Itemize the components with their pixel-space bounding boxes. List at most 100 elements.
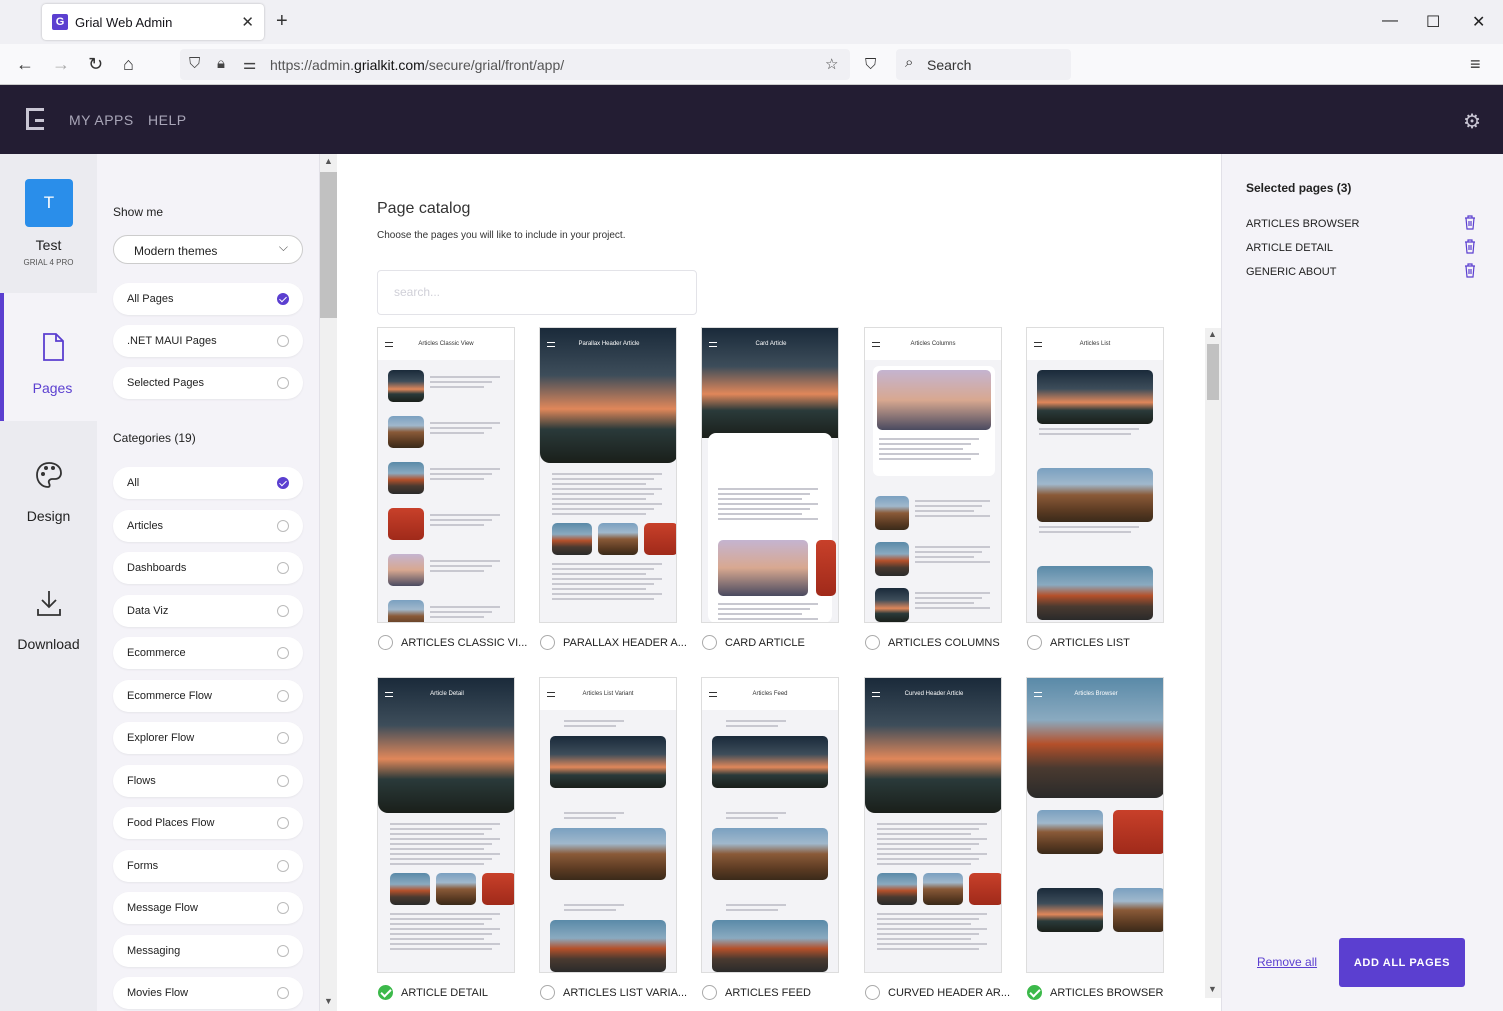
back-icon[interactable]: ← [16, 54, 34, 75]
scrollbar-thumb[interactable] [320, 172, 337, 318]
category-option[interactable]: Ecommerce Flow [113, 679, 303, 712]
category-option[interactable]: Ecommerce [113, 637, 303, 669]
rail-item-design[interactable]: Design [0, 421, 97, 549]
scroll-down-icon[interactable]: ▼ [1208, 984, 1217, 994]
close-tab-icon[interactable]: ✕ [241, 13, 254, 31]
rail-item-pages[interactable]: Pages [0, 293, 97, 421]
page-select-option[interactable]: CARD ARTICLE [702, 635, 805, 650]
page-select-radio[interactable] [1027, 635, 1042, 650]
category-option[interactable]: Food Places Flow [113, 807, 303, 839]
page-select-option[interactable]: ARTICLES LIST VARIA... [540, 985, 687, 1000]
category-option[interactable]: Flows [113, 764, 303, 797]
remove-all-link[interactable]: Remove all [1257, 955, 1317, 969]
page-preview-card[interactable]: Articles List [1026, 327, 1164, 623]
radio-button[interactable] [277, 293, 289, 305]
page-preview-card[interactable]: Articles Feed [701, 677, 839, 973]
scrollbar-thumb[interactable] [1207, 344, 1219, 400]
page-select-radio[interactable] [378, 635, 393, 650]
page-select-radio[interactable] [540, 985, 555, 1000]
radio-button[interactable] [277, 477, 289, 489]
category-option[interactable]: Message Flow [113, 892, 303, 924]
radio-button[interactable] [277, 902, 289, 914]
trash-icon[interactable] [1464, 215, 1476, 233]
radio-button[interactable] [277, 817, 289, 829]
radio-button[interactable] [277, 562, 289, 574]
page-select-option[interactable]: ARTICLES LIST [1027, 635, 1130, 650]
new-tab-icon[interactable]: + [276, 10, 288, 33]
scroll-down-icon[interactable]: ▼ [324, 996, 333, 1006]
rail-item-download[interactable]: Download [0, 549, 97, 677]
project-avatar[interactable]: T [25, 179, 73, 227]
trash-icon[interactable] [1464, 263, 1476, 281]
scroll-up-icon[interactable]: ▲ [324, 156, 333, 166]
category-option[interactable]: Movies Flow [113, 977, 303, 1009]
page-preview-card[interactable]: Curved Header Article [864, 677, 1002, 973]
page-select-radio[interactable] [540, 635, 555, 650]
add-all-pages-button[interactable]: ADD ALL PAGES [1339, 938, 1465, 987]
page-select-option[interactable]: ARTICLES COLUMNS [865, 635, 1000, 650]
category-option[interactable]: Explorer Flow [113, 722, 303, 754]
catalog-search[interactable] [377, 270, 697, 315]
page-preview-card[interactable]: Article Detail [377, 677, 515, 973]
forward-icon[interactable]: → [52, 54, 70, 75]
browser-search[interactable]: ⌕ Search [896, 49, 1071, 80]
nav-my-apps[interactable]: MY APPS [69, 112, 134, 128]
radio-button[interactable] [277, 689, 289, 702]
grial-logo[interactable] [26, 108, 44, 130]
category-option[interactable]: Data Viz [113, 594, 303, 627]
radio-button[interactable] [277, 987, 289, 999]
category-option[interactable]: Forms [113, 849, 303, 882]
radio-button[interactable] [277, 774, 289, 787]
scroll-up-icon[interactable]: ▲ [1208, 329, 1217, 339]
page-select-option[interactable]: CURVED HEADER AR... [865, 985, 1010, 1000]
lock-icon[interactable]: 🔒︎ [217, 55, 225, 72]
radio-button[interactable] [277, 377, 289, 389]
page-preview-card[interactable]: Articles List Variant [539, 677, 677, 973]
address-bar[interactable]: ⛉ 🔒︎ ⚌ https://admin.grialkit.com/secure… [180, 49, 850, 80]
catalog-scrollbar[interactable]: ▲ ▼ [1205, 328, 1221, 998]
page-preview-card[interactable]: Parallax Header Article [539, 327, 677, 623]
page-select-radio[interactable] [378, 985, 393, 1000]
theme-dropdown[interactable]: Modern themes ⌵ [113, 235, 303, 264]
minimize-icon[interactable]: — [1382, 12, 1398, 30]
page-preview-card[interactable]: Articles Classic View [377, 327, 515, 623]
page-select-option[interactable]: PARALLAX HEADER A... [540, 635, 687, 650]
gear-icon[interactable]: ⚙ [1463, 109, 1481, 134]
menu-icon[interactable]: ≡ [1470, 54, 1481, 75]
page-select-radio[interactable] [702, 985, 717, 1000]
shield-icon[interactable]: ⛉ [189, 55, 200, 72]
category-option[interactable]: Messaging [113, 934, 303, 967]
radio-button[interactable] [277, 604, 289, 617]
url-text[interactable]: https://admin.grialkit.com/secure/grial/… [270, 57, 564, 73]
radio-button[interactable] [277, 519, 289, 532]
category-option[interactable]: Dashboards [113, 552, 303, 584]
page-select-option[interactable]: ARTICLES CLASSIC VI... [378, 635, 527, 650]
page-select-option[interactable]: ARTICLES BROWSER [1027, 985, 1164, 1000]
close-window-icon[interactable]: ✕ [1472, 12, 1485, 32]
radio-button[interactable] [277, 335, 289, 347]
view-option[interactable]: All Pages [113, 283, 303, 315]
page-select-radio[interactable] [702, 635, 717, 650]
trash-icon[interactable] [1464, 239, 1476, 257]
page-select-radio[interactable] [865, 635, 880, 650]
page-preview-card[interactable]: Card Article [701, 327, 839, 623]
radio-button[interactable] [277, 732, 289, 744]
page-preview-card[interactable]: Articles Browser [1026, 677, 1164, 973]
radio-button[interactable] [277, 944, 289, 957]
page-select-option[interactable]: ARTICLE DETAIL [378, 985, 488, 1000]
catalog-search-input[interactable] [394, 285, 674, 299]
permissions-icon[interactable]: ⚌ [243, 55, 256, 73]
filters-scrollbar[interactable]: ▲ ▼ [320, 154, 337, 1011]
radio-button[interactable] [277, 647, 289, 659]
category-option[interactable]: Articles [113, 509, 303, 542]
page-select-option[interactable]: ARTICLES FEED [702, 985, 811, 1000]
view-option[interactable]: .NET MAUI Pages [113, 325, 303, 357]
radio-button[interactable] [277, 859, 289, 872]
page-select-radio[interactable] [1027, 985, 1042, 1000]
maximize-icon[interactable]: ☐ [1426, 12, 1440, 32]
category-option[interactable]: All [113, 467, 303, 499]
pocket-icon[interactable]: ⛉ [865, 56, 876, 73]
home-icon[interactable]: ⌂ [123, 54, 134, 75]
bookmark-star-icon[interactable]: ☆ [825, 55, 838, 73]
reload-icon[interactable]: ↻ [88, 54, 103, 75]
